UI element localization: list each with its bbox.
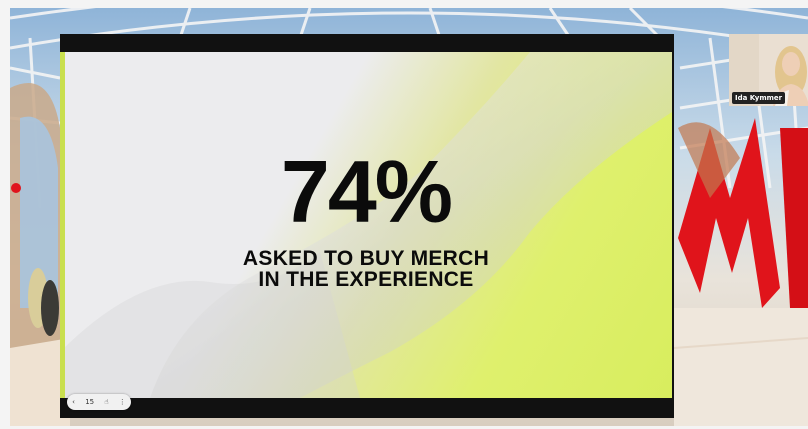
slide-caption-line2: IN THE EXPERIENCE [258,268,474,291]
more-vertical-icon[interactable]: ⋮ [119,398,126,406]
slide-caption: ASKED TO BUY MERCH IN THE EXPERIENCE [60,248,672,290]
participant-name: Ida Kymmer [732,92,786,104]
participant-video[interactable]: Ida Kymmer [729,34,808,106]
meeting-window: 74% ASKED TO BUY MERCH IN THE EXPERIENCE… [0,0,808,429]
slide-stat: 74% [280,142,453,241]
chevron-left-icon[interactable]: ‹ [72,398,75,406]
slide-pager: ‹ 15 ☝ ⋮ [67,394,131,410]
presentation-slide: 74% ASKED TO BUY MERCH IN THE EXPERIENCE [60,52,672,398]
slide-caption-line1: ASKED TO BUY MERCH [242,247,490,270]
hand-pointer-icon[interactable]: ☝ [104,398,108,406]
page-number: 15 [85,398,95,406]
